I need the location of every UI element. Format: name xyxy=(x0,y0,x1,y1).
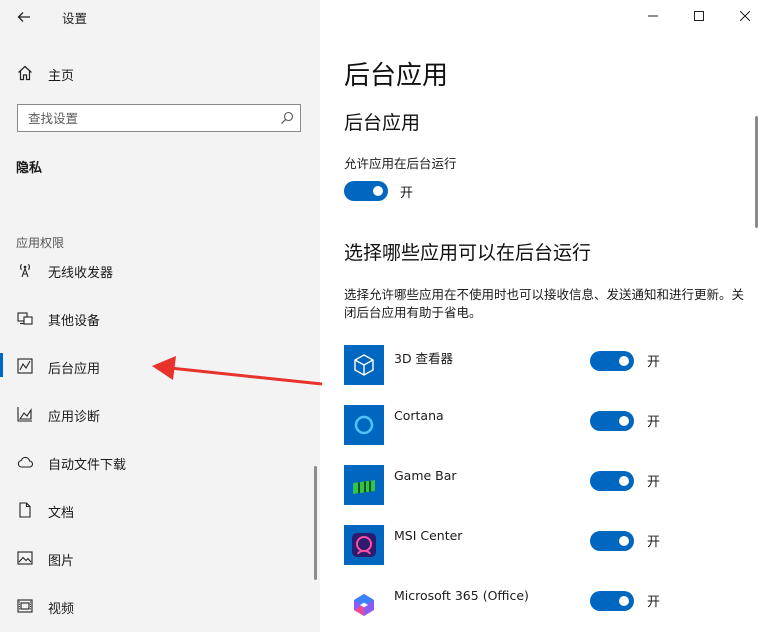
app-toggle[interactable] xyxy=(590,591,634,611)
choose-apps-description: 选择允许哪些应用在不使用时也可以接收信息、发送通知和进行更新。关闭后台应用有助于… xyxy=(344,287,745,320)
app-row-msi-center: MSI Center 开 xyxy=(344,525,744,565)
app-name: MSI Center xyxy=(394,528,463,543)
cortana-icon xyxy=(354,415,374,435)
section-title: 隐私 xyxy=(16,161,43,176)
document-icon xyxy=(19,502,31,518)
main-content: 后台应用 后台应用 允许应用在后台运行 开 选择哪些应用可以在后台运行 选择允许… xyxy=(320,0,768,632)
other-devices-icon xyxy=(17,312,33,325)
back-arrow-icon xyxy=(17,12,30,22)
section-heading: 后台应用 xyxy=(344,112,421,134)
minimize-button[interactable] xyxy=(633,4,673,28)
app-tile xyxy=(344,585,384,625)
toggle-knob xyxy=(373,186,383,196)
app-diagnostics-icon xyxy=(17,407,32,422)
app-row-microsoft-365: Microsoft 365 (Office) 开 xyxy=(344,585,744,625)
choose-apps-heading: 选择哪些应用可以在后台运行 xyxy=(344,242,592,264)
sidebar-item-label: 自动文件下载 xyxy=(48,458,127,473)
allow-background-toggle-text: 开 xyxy=(400,186,414,201)
app-toggle-text: 开 xyxy=(647,475,661,490)
close-icon xyxy=(740,11,750,21)
microsoft-365-icon xyxy=(354,594,374,616)
app-toggle[interactable] xyxy=(590,471,634,491)
sidebar-item-radios[interactable]: 无线收发器 xyxy=(0,255,320,303)
app-toggle[interactable] xyxy=(590,351,634,371)
sidebar-item-label: 主页 xyxy=(48,69,75,84)
sidebar-item-label: 其他设备 xyxy=(48,314,101,329)
back-button[interactable] xyxy=(10,6,38,28)
app-row-3d-viewer: 3D 查看器 开 xyxy=(344,345,744,385)
cloud-icon xyxy=(17,456,33,468)
search-input[interactable] xyxy=(18,105,278,131)
app-tile xyxy=(344,405,384,445)
app-name: Cortana xyxy=(394,408,444,423)
sidebar-item-app-diagnostics[interactable]: 应用诊断 xyxy=(0,399,320,447)
page-title: 后台应用 xyxy=(344,61,449,91)
app-row-cortana: Cortana 开 xyxy=(344,405,744,445)
video-icon xyxy=(17,599,33,613)
sidebar-item-pictures[interactable]: 图片 xyxy=(0,543,320,591)
sidebar-item-other-devices[interactable]: 其他设备 xyxy=(0,303,320,351)
game-bar-icon xyxy=(353,480,375,494)
main-scrollbar[interactable] xyxy=(755,116,758,228)
search-box[interactable] xyxy=(17,104,301,132)
app-tile xyxy=(344,465,384,505)
close-button[interactable] xyxy=(725,4,765,28)
sidebar: 设置 主页 隐私 应用权限 无线收发器 其他设备 后台应用 应用诊断 自动文件下… xyxy=(0,0,320,632)
sidebar-item-label: 视频 xyxy=(48,602,75,617)
sidebar-item-documents[interactable]: 文档 xyxy=(0,495,320,543)
app-name: 3D 查看器 xyxy=(394,351,454,366)
allow-background-toggle[interactable] xyxy=(344,181,388,201)
app-tile xyxy=(344,345,384,385)
app-name: Microsoft 365 (Office) xyxy=(394,588,529,603)
msi-center-icon xyxy=(352,533,376,557)
sidebar-scrollbar[interactable] xyxy=(314,466,317,580)
minimize-icon xyxy=(648,15,658,17)
sidebar-item-auto-file-download[interactable]: 自动文件下载 xyxy=(0,447,320,495)
toggle-knob xyxy=(619,596,629,606)
maximize-icon xyxy=(694,11,704,21)
toggle-knob xyxy=(619,416,629,426)
maximize-button[interactable] xyxy=(679,4,719,28)
allow-background-label: 允许应用在后台运行 xyxy=(344,156,457,171)
sidebar-item-label: 图片 xyxy=(48,554,75,569)
sidebar-item-label: 文档 xyxy=(48,506,75,521)
radio-tower-icon xyxy=(20,263,30,278)
sidebar-item-background-apps[interactable]: 后台应用 xyxy=(0,351,320,399)
group-label: 应用权限 xyxy=(16,236,65,250)
sidebar-item-label: 应用诊断 xyxy=(48,410,101,425)
sidebar-item-home[interactable]: 主页 xyxy=(0,58,320,88)
app-toggle-text: 开 xyxy=(647,355,661,370)
toggle-knob xyxy=(619,476,629,486)
app-name: Game Bar xyxy=(394,468,457,483)
active-indicator xyxy=(0,353,3,377)
sidebar-nav: 无线收发器 其他设备 后台应用 应用诊断 自动文件下载 文档 图片 视频 xyxy=(0,255,320,639)
3d-viewer-icon xyxy=(354,354,374,376)
toggle-knob xyxy=(619,356,629,366)
app-title: 设置 xyxy=(62,11,88,26)
toggle-knob xyxy=(619,536,629,546)
picture-icon xyxy=(17,551,33,565)
app-toggle[interactable] xyxy=(590,411,634,431)
search-icon[interactable] xyxy=(280,111,294,125)
app-toggle-text: 开 xyxy=(647,595,661,610)
app-row-game-bar: Game Bar 开 xyxy=(344,465,744,505)
home-icon xyxy=(18,65,32,81)
app-tile xyxy=(344,525,384,565)
app-toggle-text: 开 xyxy=(647,535,661,550)
app-toggle-text: 开 xyxy=(647,415,661,430)
sidebar-item-label: 无线收发器 xyxy=(48,266,114,281)
sidebar-item-label: 后台应用 xyxy=(48,362,101,377)
app-toggle[interactable] xyxy=(590,531,634,551)
background-apps-icon xyxy=(17,358,33,374)
